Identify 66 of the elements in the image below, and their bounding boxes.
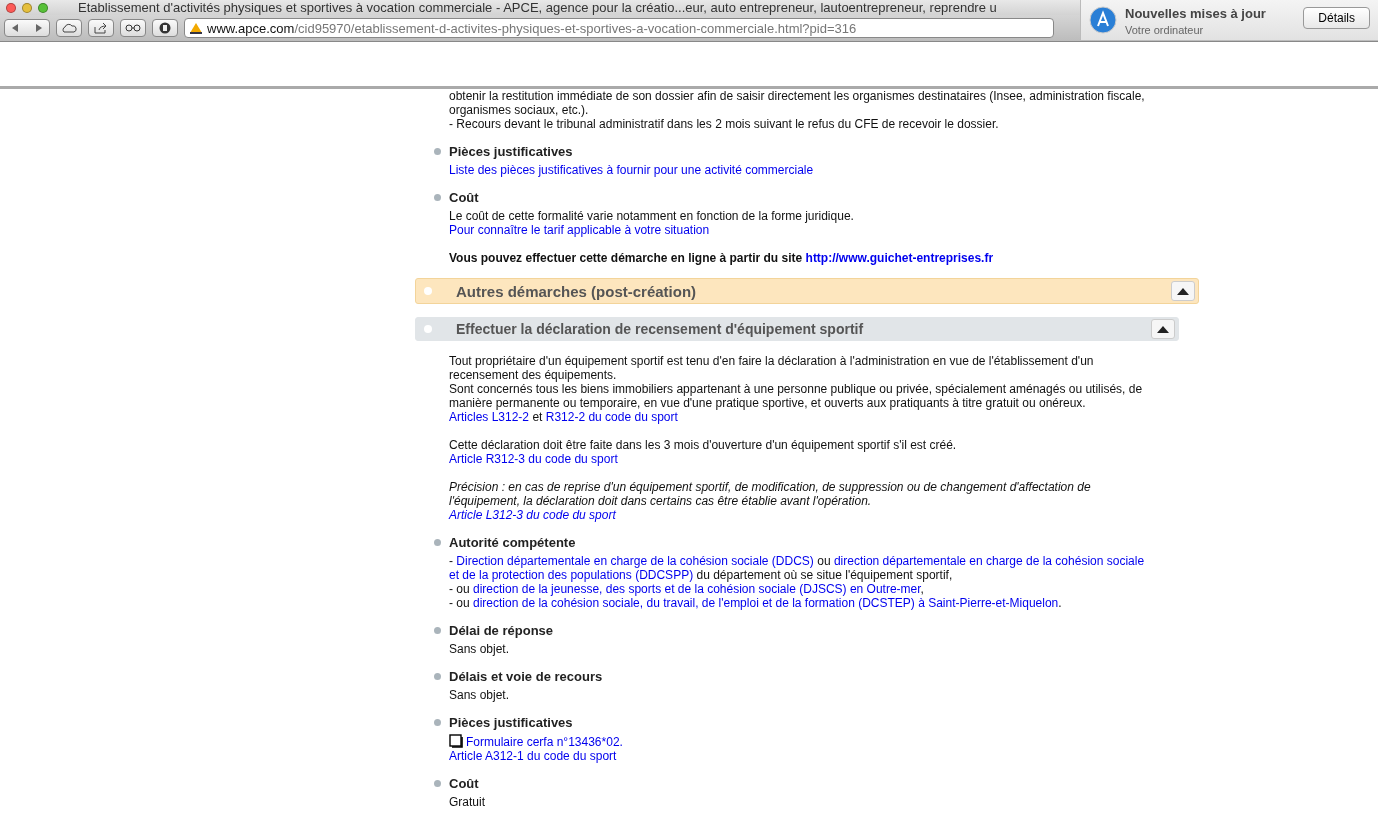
link[interactable]: direction départementale en charge de la cohésion sociale <box>833 554 1145 568</box>
paragraph: Précision : en cas de reprise d'un équipement sportif, de modification, de suppression ou de changement d'affectation de l'équipement, la déclaration doit dans certains cas être établie avant l'opération. Article L312-3 du code du sport <box>449 480 1092 522</box>
paragraph: Tout propriétaire d'un équipement sportif est tenu d'en faire la déclaration à l'administration en vue de l'établissement d'un recensement des équipements. Sont concernés tous les biens immobiliers appartenant à une personne publique ou privée, spécialement aménagés ou utilisés, de manière permanente ou temporaire, en vue d'une pratique sportive, et ouverts aux pratiquants à titre gratuit ou onéreux. Articles L312-2 et R312-2 du code du sport <box>449 354 1144 424</box>
paragraph: obtenir la restitution immédiate de son dossier afin de saisir directement les organismes destinataires (Insee, administration fiscale, organismes sociaux, etc.). - Recours devant le tribunal administratif dans les 2 mois suivant le refus du CFE de recevoir le dossier. <box>449 89 1146 131</box>
link[interactable]: R312-2 du code du sport <box>545 410 678 424</box>
paragraph: Le coût de cette formalité varie notamment en fonction de la forme juridique. Pour connaître le tarif applicable à votre situation <box>449 209 855 237</box>
paragraph: Vous pouvez effectuer cette démarche en ligne à partir du site http://www.guichet-entreprises.fr <box>449 251 995 265</box>
window-title: Etablissement d'activités physiques et sportives à vocation commerciale - APCE, agence pour la créatio...eur, auto entrepreneur, lautoentrepreneur, reprendre u <box>78 0 997 15</box>
cloud-button[interactable] <box>56 19 82 37</box>
paragraph: Gratuit <box>449 795 486 809</box>
shield-button[interactable] <box>152 19 178 37</box>
link[interactable]: Direction départementale en charge de la cohésion sociale (DDCS) <box>456 554 814 568</box>
section-title: Autorité compétente <box>449 535 577 550</box>
share-button[interactable] <box>88 19 114 37</box>
collapse-arrow-icon <box>1157 325 1169 333</box>
link[interactable]: Article A312-1 du code du sport <box>449 749 617 763</box>
bullet-icon <box>434 539 441 546</box>
header-dot-icon <box>424 325 432 333</box>
section-title: Coût <box>449 190 480 205</box>
paragraph: Sans objet. <box>449 642 511 656</box>
section-header-title: Effectuer la déclaration de recensement d'équipement sportif <box>456 321 865 337</box>
bullet-icon <box>434 673 441 680</box>
section-title: Délai de réponse <box>449 623 555 638</box>
link[interactable]: http://www.guichet-entreprises.fr <box>805 251 994 265</box>
section-title: Coût <box>449 776 480 791</box>
collapse-arrow-icon <box>1177 287 1189 295</box>
link[interactable]: Articles L312-2 <box>449 410 530 424</box>
section-title: Délais et voie de recours <box>449 669 604 684</box>
share-icon <box>94 22 108 34</box>
back-forward-button[interactable] <box>4 19 50 37</box>
toggle-button[interactable] <box>1171 281 1195 301</box>
link[interactable]: Liste des pièces justificatives à fournir pour une activité commerciale <box>449 163 814 177</box>
shield-icon <box>159 22 171 34</box>
details-button[interactable]: Détails <box>1303 7 1370 29</box>
close-button[interactable] <box>6 2 16 13</box>
link[interactable]: Formulaire cerfa n°13436*02. <box>449 735 623 749</box>
link[interactable]: Article R312-3 du code du sport <box>449 452 618 466</box>
document-icon <box>449 734 463 748</box>
paragraph: Cette déclaration doit être faite dans les 3 mois d'ouverture d'un équipement sportif s'il est créé. Article R312-3 du code du sport <box>449 438 958 466</box>
notification-title: Nouvelles mises à jour <box>1125 6 1267 21</box>
bullet-icon <box>434 627 441 634</box>
section-title: Pièces justificatives <box>449 715 574 730</box>
bullet-icon <box>434 780 441 787</box>
site-favicon-icon <box>189 21 203 35</box>
link[interactable]: Pour connaître le tarif applicable à votre situation <box>449 223 710 237</box>
app-store-icon <box>1089 6 1117 34</box>
cloud-icon <box>61 23 77 33</box>
section-header-title: Autres démarches (post-création) <box>456 282 698 300</box>
bullet-icon <box>434 148 441 155</box>
back-forward-icon <box>12 24 42 32</box>
address-field[interactable]: www.apce.com/cid95970/etablissement-d-activites-physiques-et-sportives-a-vocation-commerciale.html?pid=316 <box>184 18 1054 38</box>
section-title: Pièces justificatives <box>449 144 574 159</box>
paragraph: - Direction départementale en charge de la cohésion sociale (DDCS) ou direction départementale en charge de la cohésion sociale et de la protection des populations (DDCSPP) du département où se situe l'équipement sportif, - ou direction de la jeunesse, des sports et de la cohésion sociale (DJSCS) en Outre-mer, - ou direction de la cohésion sociale, du travail, de l'emploi et de la formation (DCSTEP) à Saint-Pierre-et-Miquelon. <box>449 554 1146 610</box>
link[interactable]: direction de la jeunesse, des sports et de la cohésion sociale (DJSCS) en Outre-mer <box>473 582 921 596</box>
reader-button[interactable] <box>120 19 146 37</box>
link[interactable]: et de la protection des populations (DDCSPP) <box>449 568 694 582</box>
minimize-button[interactable] <box>22 2 32 13</box>
bullet-icon <box>434 194 441 201</box>
bullet-icon <box>434 719 441 726</box>
glasses-icon <box>125 24 141 32</box>
paragraph: Sans objet. <box>449 688 511 702</box>
toggle-button[interactable] <box>1151 319 1175 339</box>
notification-subtitle: Votre ordinateur <box>1125 24 1205 36</box>
header-dot-icon <box>424 287 432 295</box>
link[interactable]: Article L312-3 du code du sport <box>449 508 616 522</box>
zoom-button[interactable] <box>38 2 48 13</box>
